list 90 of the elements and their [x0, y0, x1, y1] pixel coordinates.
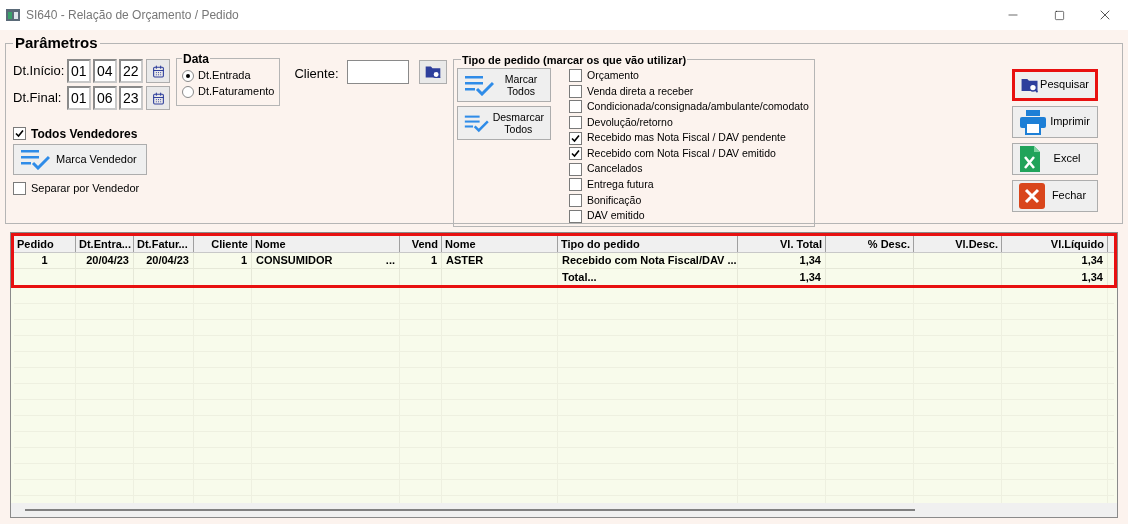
column-header[interactable]: Dt.Fatur... — [134, 236, 194, 252]
column-header[interactable]: Nome — [252, 236, 400, 252]
checkbox-label: Venda direta a receber — [587, 83, 694, 99]
column-header[interactable]: % Desc. — [826, 236, 914, 252]
calendar-icon — [151, 91, 165, 105]
date-label: Dt.Início: — [13, 62, 65, 81]
checkbox-label: Entrega futura — [587, 177, 654, 193]
table-cell: 1 — [400, 253, 442, 268]
calendar-button[interactable] — [146, 59, 170, 83]
checkbox-label: Condicionada/consignada/ambulante/comodato — [587, 99, 809, 115]
checkbox[interactable] — [569, 69, 582, 83]
year-field[interactable]: 22 — [119, 59, 143, 83]
column-header[interactable]: Nome — [442, 236, 558, 252]
column-header[interactable]: Dt.Entra... — [76, 236, 134, 252]
column-header[interactable]: Vend — [400, 236, 442, 252]
total-label: Total... — [558, 269, 738, 285]
checkbox[interactable] — [13, 127, 26, 140]
list-check-icon — [20, 148, 50, 170]
mark-all-button[interactable]: Marcar Todos — [457, 68, 551, 102]
table-cell: 1 — [194, 253, 252, 268]
close-icon — [1019, 182, 1045, 209]
radio-label: Dt.Entrada — [198, 68, 251, 84]
group-title: Tipo de pedido (marcar os que vão utilizar) — [461, 52, 688, 68]
group-title: Data — [182, 50, 210, 68]
column-header[interactable]: Cliente — [194, 236, 252, 252]
calendar-button[interactable] — [146, 86, 170, 110]
close-button[interactable]: Fechar — [1012, 179, 1098, 212]
spreadsheet-file-icon — [1019, 144, 1041, 173]
checkbox-label: Devolução/retorno — [587, 114, 673, 130]
client-search-button[interactable] — [418, 59, 447, 84]
month-field[interactable]: 06 — [93, 86, 117, 110]
table-cell: ASTER — [442, 253, 558, 268]
checkbox-label: Bonificação — [587, 192, 642, 208]
checkbox[interactable] — [13, 182, 26, 195]
column-header[interactable]: Tipo do pedido — [558, 236, 738, 252]
column-header[interactable]: Pedido — [14, 236, 76, 252]
column-header[interactable]: Vl.Líquido — [1002, 236, 1108, 252]
checkbox-label: Cancelados — [587, 161, 643, 177]
table-cell: 20/04/23 — [134, 253, 194, 268]
client-field[interactable] — [346, 59, 409, 84]
list-check-icon — [464, 74, 494, 96]
column-header[interactable]: Vl. Total — [738, 236, 826, 252]
client-label: Cliente: — [294, 64, 339, 83]
folder-search-icon — [424, 64, 441, 79]
checkbox[interactable] — [569, 131, 582, 145]
checkbox-label: Separar por Vendedor — [31, 181, 140, 197]
date-label: Dt.Final: — [13, 89, 63, 108]
mark-seller-button[interactable]: Marca Vendedor — [13, 143, 147, 175]
table-cell: 1 — [14, 253, 76, 268]
horizontal-scrollbar[interactable] — [11, 503, 1117, 517]
table-cell: 20/04/23 — [76, 253, 134, 268]
group-title: Parâmetros — [14, 33, 99, 53]
checkbox[interactable] — [569, 84, 582, 98]
checkbox[interactable] — [569, 147, 582, 161]
checkbox-label: Orçamento — [587, 67, 639, 83]
excel-button[interactable]: Excel — [1012, 142, 1098, 175]
scrollbar-thumb[interactable] — [25, 509, 915, 511]
printer-icon — [1019, 108, 1047, 135]
table-cell: 1,34 — [1002, 253, 1108, 268]
day-field[interactable]: 01 — [67, 59, 91, 83]
day-field[interactable]: 01 — [67, 86, 91, 110]
column-header[interactable]: Vl.Desc. — [914, 236, 1002, 252]
checkbox[interactable] — [569, 194, 582, 208]
table-cell: Recebido com Nota Fiscal/DAV ... — [558, 253, 738, 268]
truncation-mark: ... — [385, 253, 395, 269]
total-value: 1,34 — [1002, 269, 1108, 285]
checkbox-label: Recebido com Nota Fiscal / DAV emitido — [587, 145, 776, 161]
checkbox-label: Todos Vendedores — [31, 125, 138, 143]
table-cell-text: CONSUMIDOR — [256, 253, 333, 269]
radio-button[interactable] — [182, 85, 194, 98]
unmark-all-button[interactable]: Desmarcar Todos — [457, 106, 551, 140]
checkbox[interactable] — [569, 100, 582, 114]
search-button[interactable]: Pesquisar — [1012, 68, 1098, 101]
radio-button[interactable] — [182, 69, 194, 82]
print-button[interactable]: Imprimir — [1012, 105, 1098, 138]
radio-label: Dt.Faturamento — [198, 84, 275, 100]
app-icon — [6, 9, 20, 21]
maximize-icon — [1053, 9, 1065, 21]
year-field[interactable]: 23 — [119, 86, 143, 110]
checkbox[interactable] — [569, 209, 582, 223]
checkbox-label: Recebido mas Nota Fiscal / DAV pendente — [587, 130, 786, 146]
calendar-icon — [151, 64, 165, 78]
month-field[interactable]: 04 — [93, 59, 117, 83]
checkbox[interactable] — [569, 162, 582, 176]
checkbox-label: DAV emitido — [587, 208, 645, 224]
checkbox[interactable] — [569, 116, 582, 130]
checkbox[interactable] — [569, 178, 582, 192]
total-value: 1,34 — [738, 269, 826, 285]
window-title: SI640 - Relação de Orçamento / Pedido — [26, 7, 239, 24]
table-cell: 1,34 — [738, 253, 826, 268]
